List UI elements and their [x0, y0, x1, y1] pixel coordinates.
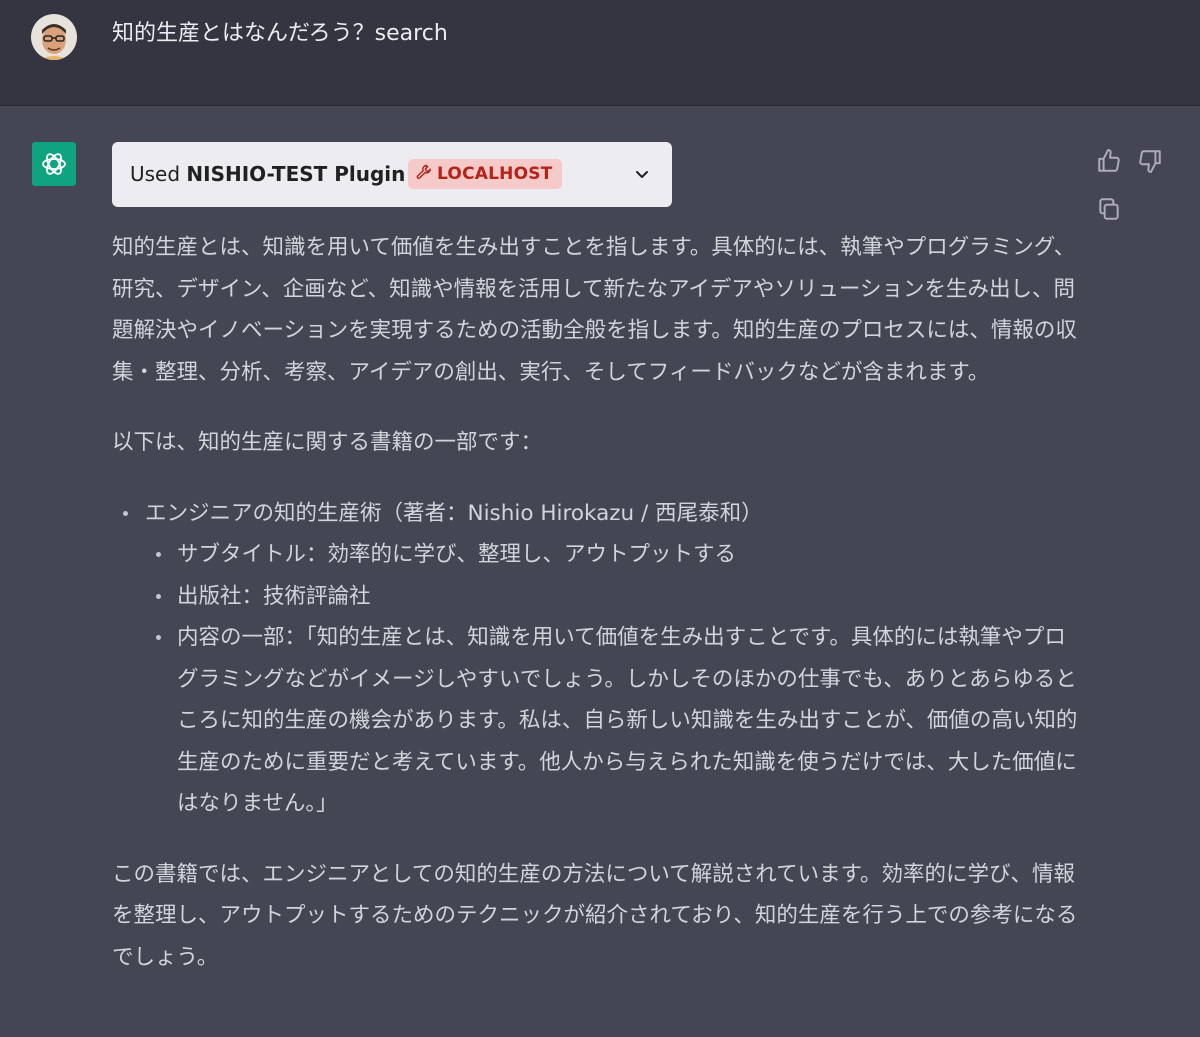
list-item: 内容の一部：「知的生産とは、知識を用いて価値を生み出すことです。具体的には執筆や…: [112, 617, 1087, 825]
response-paragraph-intro: 知的生産とは、知識を用いて価値を生み出すことを指します。具体的には、執筆やプログ…: [112, 235, 1077, 385]
book-subtitle: サブタイトル：効率的に学び、整理し、アウトプットする: [177, 542, 737, 567]
chevron-down-icon[interactable]: [632, 164, 652, 184]
user-avatar: [31, 14, 77, 60]
list-item: エンジニアの知的生産術（著者：Nishio Hirokazu / 西尾泰和）: [112, 493, 1087, 535]
book-title: エンジニアの知的生産術（著者：Nishio Hirokazu / 西尾泰和）: [145, 500, 763, 526]
user-message-row: 知的生産とはなんだろう？search: [0, 0, 1200, 106]
copy-icon[interactable]: [1096, 196, 1122, 222]
user-message-text: 知的生産とはなんだろう？search: [112, 21, 448, 46]
book-excerpt: 内容の一部：「知的生産とは、知識を用いて価値を生み出すことです。具体的には執筆や…: [177, 625, 1078, 816]
chatgpt-logo-icon: [32, 142, 76, 186]
response-paragraph-summary: この書籍では、エンジニアとしての知的生産の方法について解説されています。効率的に…: [112, 861, 1078, 970]
bullet: [123, 510, 128, 516]
wrench-icon: [416, 164, 432, 185]
localhost-badge: LOCALHOST: [408, 159, 563, 189]
plugin-used-prefix: Used: [130, 162, 181, 186]
book-publisher: 出版社：技術評論社: [177, 583, 371, 609]
response-paragraph-books: 以下は、知的生産に関する書籍の一部です：: [112, 430, 543, 455]
list-item: 出版社：技術評論社: [112, 576, 1087, 618]
thumbs-down-icon[interactable]: [1137, 148, 1163, 174]
thumbs-up-icon[interactable]: [1096, 148, 1122, 174]
plugin-label: Used NISHIO-TEST Plugin: [130, 161, 405, 187]
bullet: [156, 593, 161, 599]
bullet: [156, 552, 161, 557]
plugin-name: NISHIO-TEST Plugin: [186, 162, 406, 186]
assistant-message-row: Used NISHIO-TEST Plugin LOCALHOST 知的生産とは…: [0, 106, 1200, 1037]
plugin-usage-dropdown[interactable]: Used NISHIO-TEST Plugin LOCALHOST: [112, 142, 672, 207]
list-item: サブタイトル：効率的に学び、整理し、アウトプットする: [112, 534, 1087, 576]
localhost-badge-label: LOCALHOST: [437, 164, 553, 184]
bullet: [156, 635, 161, 640]
assistant-response: 知的生産とは、知識を用いて価値を生み出すことを指します。具体的には、執筆やプログ…: [112, 227, 1087, 978]
book-list: エンジニアの知的生産術（著者：Nishio Hirokazu / 西尾泰和） サ…: [112, 493, 1087, 825]
